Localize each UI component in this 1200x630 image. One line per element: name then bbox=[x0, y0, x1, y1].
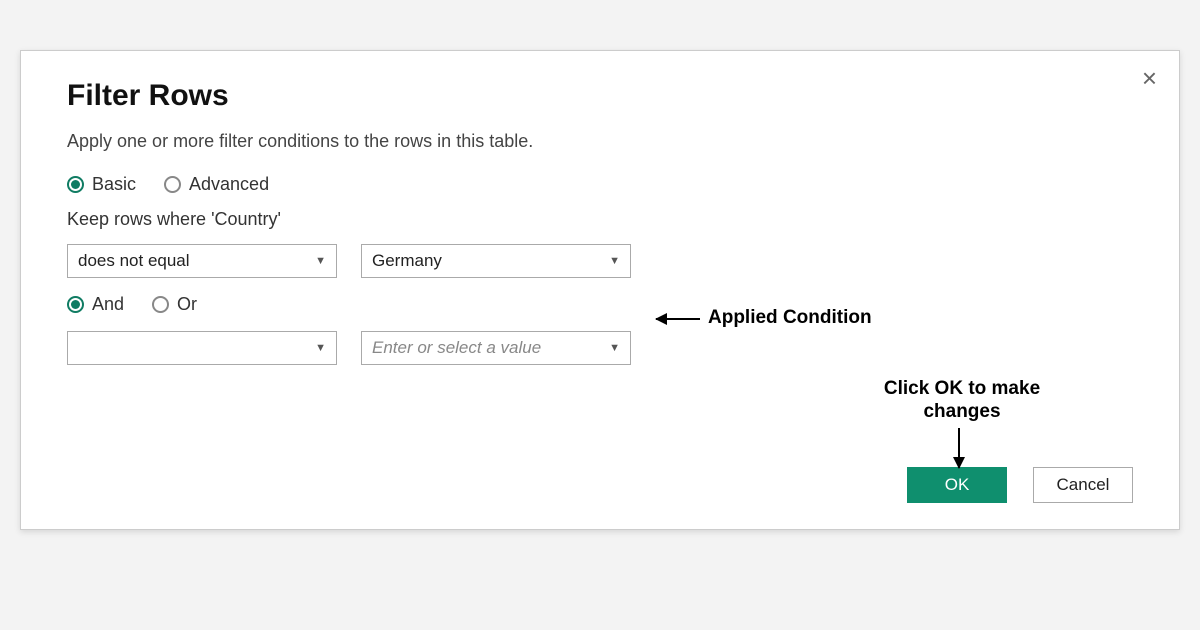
cancel-button[interactable]: Cancel bbox=[1033, 467, 1133, 503]
keep-rows-label: Keep rows where 'Country' bbox=[67, 209, 1133, 230]
mode-basic-radio[interactable]: Basic bbox=[67, 174, 136, 195]
close-icon[interactable]: × bbox=[1142, 65, 1157, 91]
arrow-left-icon bbox=[656, 318, 700, 320]
radio-circle-icon bbox=[164, 176, 181, 193]
radio-dot-icon bbox=[67, 176, 84, 193]
logic-and-label: And bbox=[92, 294, 124, 315]
value-placeholder-2: Enter or select a value bbox=[372, 338, 541, 358]
operator-value-1: does not equal bbox=[78, 251, 190, 271]
mode-advanced-radio[interactable]: Advanced bbox=[164, 174, 269, 195]
chevron-down-icon: ▼ bbox=[315, 342, 326, 354]
chevron-down-icon: ▼ bbox=[315, 255, 326, 267]
value-dropdown-2[interactable]: Enter or select a value ▼ bbox=[361, 331, 631, 365]
logic-or-radio[interactable]: Or bbox=[152, 294, 197, 315]
operator-dropdown-1[interactable]: does not equal ▼ bbox=[67, 244, 337, 278]
dialog-buttons: OK Cancel bbox=[907, 467, 1133, 503]
mode-basic-label: Basic bbox=[92, 174, 136, 195]
logic-and-radio[interactable]: And bbox=[67, 294, 124, 315]
dialog-subtitle: Apply one or more filter conditions to t… bbox=[67, 131, 1133, 152]
value-text-1: Germany bbox=[372, 251, 442, 271]
mode-advanced-label: Advanced bbox=[189, 174, 269, 195]
dialog-title: Filter Rows bbox=[67, 79, 1133, 113]
value-dropdown-1[interactable]: Germany ▼ bbox=[361, 244, 631, 278]
radio-dot-icon bbox=[67, 296, 84, 313]
mode-radio-group: Basic Advanced bbox=[67, 174, 1133, 195]
annotation-click-ok: Click OK to make changes bbox=[862, 378, 1062, 424]
annotation-applied-condition: Applied Condition bbox=[708, 307, 872, 329]
ok-button[interactable]: OK bbox=[907, 467, 1007, 503]
condition-row-2: ▼ Enter or select a value ▼ bbox=[67, 331, 1133, 365]
filter-rows-dialog: × Filter Rows Apply one or more filter c… bbox=[20, 50, 1180, 530]
operator-dropdown-2[interactable]: ▼ bbox=[67, 331, 337, 365]
condition-row-1: does not equal ▼ Germany ▼ bbox=[67, 244, 1133, 278]
logic-radio-group: And Or bbox=[67, 294, 1133, 315]
radio-circle-icon bbox=[152, 296, 169, 313]
chevron-down-icon: ▼ bbox=[609, 342, 620, 354]
logic-or-label: Or bbox=[177, 294, 197, 315]
arrow-down-icon bbox=[958, 428, 960, 468]
chevron-down-icon: ▼ bbox=[609, 255, 620, 267]
